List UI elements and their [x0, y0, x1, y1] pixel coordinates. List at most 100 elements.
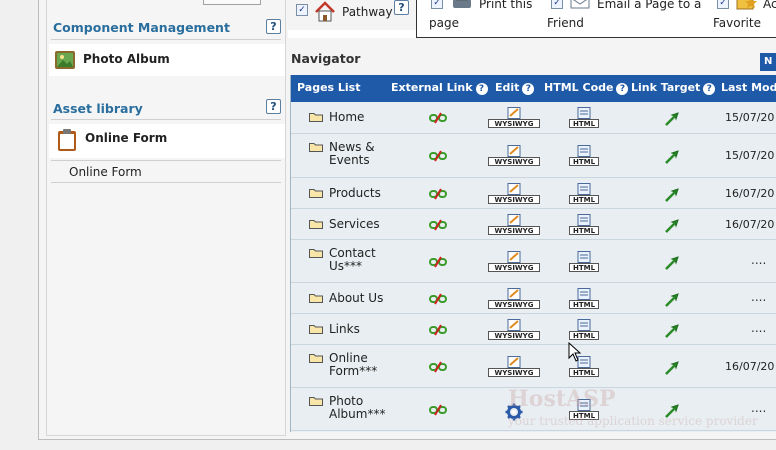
external-link-icon[interactable]	[429, 361, 447, 373]
page-name[interactable]: About Us	[329, 292, 383, 305]
folder-icon	[309, 220, 323, 229]
email-label-line2[interactable]: Friend	[547, 16, 584, 30]
html-code-icon[interactable]: HTML	[569, 214, 599, 236]
last-modified-date: 16/07/20	[725, 218, 775, 231]
table-row[interactable]: News & Events WYSIWYG HTML 15/07/20	[291, 134, 776, 178]
external-link-icon[interactable]	[429, 324, 447, 336]
asset-help-icon[interactable]: ?	[266, 99, 281, 114]
page-name[interactable]: Products	[329, 187, 381, 200]
divider	[51, 182, 281, 183]
email-checkbox[interactable]: ✓	[551, 0, 563, 9]
html-code-icon[interactable]: HTML	[569, 288, 599, 310]
divider	[51, 119, 281, 120]
last-modified-date: 15/07/20	[725, 111, 775, 124]
print-checkbox[interactable]: ✓	[431, 0, 443, 9]
table-row[interactable]: Home WYSIWYG HTML 15/07/20	[291, 102, 776, 134]
pathway-label: Pathway	[342, 5, 393, 19]
folder-icon	[309, 294, 323, 303]
link-target-arrow-icon[interactable]	[665, 324, 679, 338]
header-pages-list: Pages List	[297, 81, 361, 94]
wysiwyg-edit-icon[interactable]: WYSIWYG	[488, 356, 540, 378]
wysiwyg-edit-icon[interactable]: WYSIWYG	[488, 319, 540, 341]
link-target-arrow-icon[interactable]	[665, 361, 679, 375]
external-link-icon[interactable]	[429, 256, 447, 268]
header-last-modified: Last Modi	[721, 81, 776, 94]
email-icon	[570, 0, 590, 9]
target-help-icon[interactable]: ?	[703, 83, 716, 95]
page-name[interactable]: Links	[329, 323, 360, 336]
edit-help-icon[interactable]: ?	[522, 83, 535, 95]
external-link-icon[interactable]	[429, 219, 447, 231]
wysiwyg-edit-icon[interactable]: WYSIWYG	[488, 145, 540, 167]
page-name[interactable]: News & Events	[329, 141, 375, 167]
last-modified-date: 16/07/20	[725, 360, 775, 373]
html-code-icon[interactable]: HTML	[569, 319, 599, 341]
folder-icon	[309, 354, 323, 363]
asset-item-online-form[interactable]: Online Form	[49, 124, 285, 158]
home-icon	[315, 1, 335, 22]
component-help-icon[interactable]: ?	[266, 19, 281, 34]
favorite-checkbox[interactable]: ✓	[717, 0, 729, 9]
favorite-label-line2[interactable]: Favorite	[713, 16, 761, 30]
external-link-icon[interactable]	[429, 150, 447, 162]
header-link-target: Link Target?	[631, 81, 716, 95]
table-row[interactable]: Products WYSIWYG HTML 16/07/20	[291, 178, 776, 209]
favorite-label[interactable]: Ac	[763, 0, 776, 11]
table-row[interactable]: Links WYSIWYG HTML....	[291, 314, 776, 345]
external-help-icon[interactable]: ?	[475, 83, 488, 95]
page-name[interactable]: Online Form***	[329, 352, 377, 378]
last-modified-placeholder: ....	[751, 290, 767, 304]
link-target-arrow-icon[interactable]	[665, 219, 679, 233]
online-form-subitem[interactable]: Online Form	[69, 165, 142, 179]
html-help-icon[interactable]: ?	[616, 83, 629, 95]
hostasp-watermark: HostASP your trusted application service…	[508, 386, 758, 428]
pathway-help-icon[interactable]: ?	[394, 0, 409, 15]
link-target-arrow-icon[interactable]	[665, 188, 679, 202]
header-html-code: HTML Code?	[544, 81, 629, 95]
external-link-icon[interactable]	[429, 112, 447, 124]
header-external-link: External Link?	[391, 81, 488, 95]
external-link-icon[interactable]	[429, 188, 447, 200]
html-code-icon[interactable]: HTML	[569, 251, 599, 273]
print-label[interactable]: Print this	[479, 0, 532, 11]
component-management-title: Component Management	[53, 20, 230, 35]
wysiwyg-edit-icon[interactable]: WYSIWYG	[488, 214, 540, 236]
component-item-photo-album[interactable]: Photo Album	[49, 44, 285, 76]
html-code-icon[interactable]: HTML	[569, 107, 599, 129]
link-target-arrow-icon[interactable]	[665, 256, 679, 270]
top-button[interactable]	[203, 0, 261, 5]
link-target-arrow-icon[interactable]	[665, 150, 679, 164]
table-row[interactable]: Services WYSIWYG HTML 16/07/20	[291, 209, 776, 240]
external-link-icon[interactable]	[429, 293, 447, 305]
asset-library-title: Asset library	[53, 101, 143, 116]
wysiwyg-edit-icon[interactable]: WYSIWYG	[488, 251, 540, 273]
html-code-icon[interactable]: HTML	[569, 145, 599, 167]
pages-grid: Pages List External Link? Edit? HTML Cod…	[290, 75, 776, 432]
pathway-checkbox[interactable]: ✓	[296, 4, 308, 16]
link-target-arrow-icon[interactable]	[665, 112, 679, 126]
table-row[interactable]: Online Form*** WYSIWYG HTML 16/07/20	[291, 345, 776, 388]
print-label-line2[interactable]: page	[429, 16, 459, 30]
page-name[interactable]: Home	[329, 111, 364, 124]
navigator-title: Navigator	[291, 51, 361, 66]
wysiwyg-edit-icon[interactable]: WYSIWYG	[488, 183, 540, 205]
link-target-arrow-icon[interactable]	[665, 293, 679, 307]
html-code-icon[interactable]: HTML	[569, 183, 599, 205]
pathway-area: ✓ Pathway ?	[288, 0, 416, 30]
navigator-new-button[interactable]: N	[760, 53, 776, 71]
options-panel: ✓ Print this page ✓ Email a Page to a Fr…	[416, 0, 776, 38]
mouse-pointer-icon	[568, 342, 582, 362]
wysiwyg-edit-icon[interactable]: WYSIWYG	[488, 288, 540, 310]
divider	[51, 160, 281, 161]
external-link-icon[interactable]	[429, 404, 447, 416]
wysiwyg-edit-icon[interactable]: WYSIWYG	[488, 107, 540, 129]
table-row[interactable]: About Us WYSIWYG HTML....	[291, 283, 776, 314]
last-modified-date: 15/07/20	[725, 149, 775, 162]
table-row[interactable]: Contact Us*** WYSIWYG HTML....	[291, 240, 776, 283]
page-name[interactable]: Photo Album***	[329, 395, 385, 421]
printer-icon	[453, 0, 471, 8]
photo-album-icon	[55, 51, 75, 69]
email-label[interactable]: Email a Page to a	[597, 0, 701, 11]
page-name[interactable]: Services	[329, 218, 380, 231]
page-name[interactable]: Contact Us***	[329, 247, 376, 273]
